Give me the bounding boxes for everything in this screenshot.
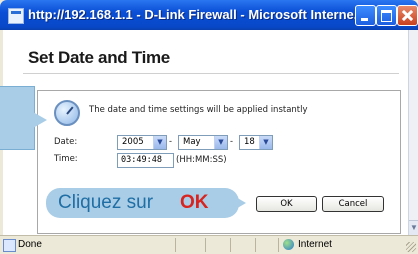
page-title: Set Date and Time [28, 48, 170, 67]
vertical-scrollbar[interactable]: ▼ [408, 30, 418, 235]
date-callout-bubble [0, 86, 35, 150]
page-done-icon [3, 239, 16, 252]
status-text: Done [18, 239, 42, 250]
close-button[interactable] [397, 5, 418, 26]
resize-grip-icon[interactable] [406, 242, 416, 252]
status-divider [205, 238, 206, 252]
time-input[interactable]: 03:49:48 [117, 153, 174, 168]
click-ok-pointer [234, 196, 246, 210]
status-divider [278, 238, 279, 252]
ie-page-icon [8, 8, 24, 24]
chevron-down-icon: ▼ [214, 136, 227, 149]
browser-window: http://192.168.1.1 - D-Link Firewall - M… [0, 0, 418, 254]
year-select[interactable]: 2005 ▼ [117, 135, 167, 150]
title-divider [23, 73, 399, 74]
date-label: Date: [54, 137, 78, 147]
security-zone: Internet [298, 239, 332, 250]
minimize-button[interactable] [355, 5, 376, 26]
time-format-hint: (HH:MM:SS) [176, 155, 227, 165]
chevron-down-icon: ▼ [153, 136, 166, 149]
callout-pointer [33, 112, 47, 128]
clock-icon [54, 100, 80, 126]
click-instruction-ok: OK [180, 192, 209, 213]
status-divider [175, 238, 176, 252]
month-value: May [183, 137, 201, 147]
status-bar: Done Internet [0, 235, 418, 254]
internet-zone-icon [283, 239, 294, 250]
title-bar[interactable]: http://192.168.1.1 - D-Link Firewall - M… [0, 0, 418, 30]
scroll-down-icon[interactable]: ▼ [409, 220, 418, 235]
window-title: http://192.168.1.1 - D-Link Firewall - M… [28, 7, 365, 22]
date-separator: - [230, 136, 233, 146]
click-instruction: Cliquez sur [58, 192, 154, 213]
day-value: 18 [244, 137, 255, 147]
info-message: The date and time settings will be appli… [89, 105, 308, 115]
status-divider [230, 238, 231, 252]
status-divider [255, 238, 256, 252]
ok-button[interactable]: OK [256, 196, 317, 212]
chevron-down-icon: ▼ [259, 136, 272, 149]
month-select[interactable]: May ▼ [178, 135, 228, 150]
cancel-button[interactable]: Cancel [322, 196, 384, 212]
date-separator: - [169, 136, 172, 146]
day-select[interactable]: 18 ▼ [239, 135, 273, 150]
maximize-button[interactable] [376, 5, 397, 26]
time-label: Time: [54, 154, 78, 164]
year-value: 2005 [122, 137, 144, 147]
